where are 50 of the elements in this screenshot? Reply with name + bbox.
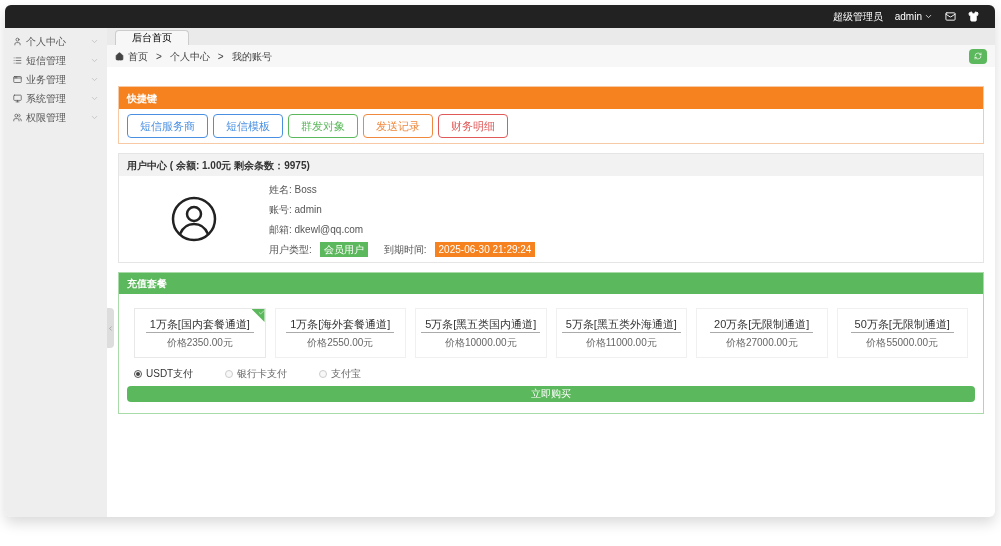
breadcrumb-separator: > xyxy=(217,49,224,64)
panel-header: 快捷键 xyxy=(119,87,983,109)
radio-dot[interactable] xyxy=(134,369,142,378)
chevron-icon xyxy=(90,37,99,46)
user-info: 姓名: Boss xyxy=(269,182,318,197)
type-label: 用户类型: xyxy=(269,242,312,257)
shortcut-button[interactable]: 短信服务商 xyxy=(127,114,208,138)
sidebar-item[interactable]: 系统管理 xyxy=(5,89,107,108)
chevron-icon xyxy=(90,56,99,65)
chevron-icon xyxy=(90,94,99,103)
user-type-badge: 会员用户 xyxy=(319,241,368,257)
user-info: 邮箱: dkewl@qq.com xyxy=(269,222,365,237)
chevron-icon xyxy=(924,12,933,21)
tab[interactable]: 后台首页 xyxy=(115,30,189,45)
mail-icon[interactable] xyxy=(945,11,956,22)
chevron-icon xyxy=(90,113,99,122)
collapse-handle[interactable] xyxy=(107,308,114,348)
shortcut-button[interactable]: 短信模板 xyxy=(213,114,283,138)
user-info: 账号: admin xyxy=(269,202,323,217)
user-menu[interactable]: admin xyxy=(894,9,933,24)
chevron-icon xyxy=(90,75,99,84)
shirt-icon[interactable] xyxy=(968,11,979,22)
sidebar-item[interactable]: 业务管理 xyxy=(5,70,107,89)
user-role: 超级管理员 xyxy=(832,10,883,24)
sidebar-item[interactable]: 权限管理 xyxy=(5,108,107,127)
breadcrumb-separator: > xyxy=(156,49,162,64)
package-card[interactable]: 20万条[无限制通道] 价格27000.00元 xyxy=(696,308,828,358)
payment-radio[interactable]: 银行卡支付 xyxy=(225,366,288,381)
panel-header: 用户中心 ( 余额: 1.00元 剩余条数：9975) xyxy=(119,154,983,176)
expiry-label: 到期时间: xyxy=(383,242,427,257)
breadcrumb-link[interactable]: 个人中心 xyxy=(169,48,210,64)
refresh-button[interactable] xyxy=(969,48,987,64)
package-card[interactable]: 5万条[黑五类外海通道] 价格11000.00元 xyxy=(555,308,687,358)
sidebar-item[interactable]: 短信管理 xyxy=(5,51,107,70)
package-card[interactable]: 5万条[黑五类国内通道] 价格10000.00元 xyxy=(415,308,547,358)
expiry-badge: 2025-06-30 21:29:24 xyxy=(434,241,536,257)
payment-radio[interactable]: 支付宝 xyxy=(319,366,362,381)
arrow-left-icon xyxy=(107,324,114,332)
payment-radio[interactable]: USDT支付 xyxy=(134,366,194,381)
package-card[interactable]: 1万条[海外套餐通道] 价格2550.00元 xyxy=(274,308,406,358)
breadcrumb-link[interactable]: 我的账号 xyxy=(231,48,272,64)
sidebar-item[interactable]: 个人中心 xyxy=(5,32,107,51)
panel-header: 充值套餐 xyxy=(119,273,983,294)
refresh-icon xyxy=(974,52,982,60)
package-card[interactable]: 50万条[无限制通道] 价格55000.00元 xyxy=(836,308,968,358)
package-card[interactable]: 1万条[国内套餐通道] 价格2350.00元 xyxy=(134,308,266,358)
home-icon xyxy=(115,51,124,61)
breadcrumb-link[interactable]: 首页 xyxy=(128,48,148,64)
shortcut-button[interactable]: 财务明细 xyxy=(438,114,508,138)
avatar-icon xyxy=(171,196,217,242)
